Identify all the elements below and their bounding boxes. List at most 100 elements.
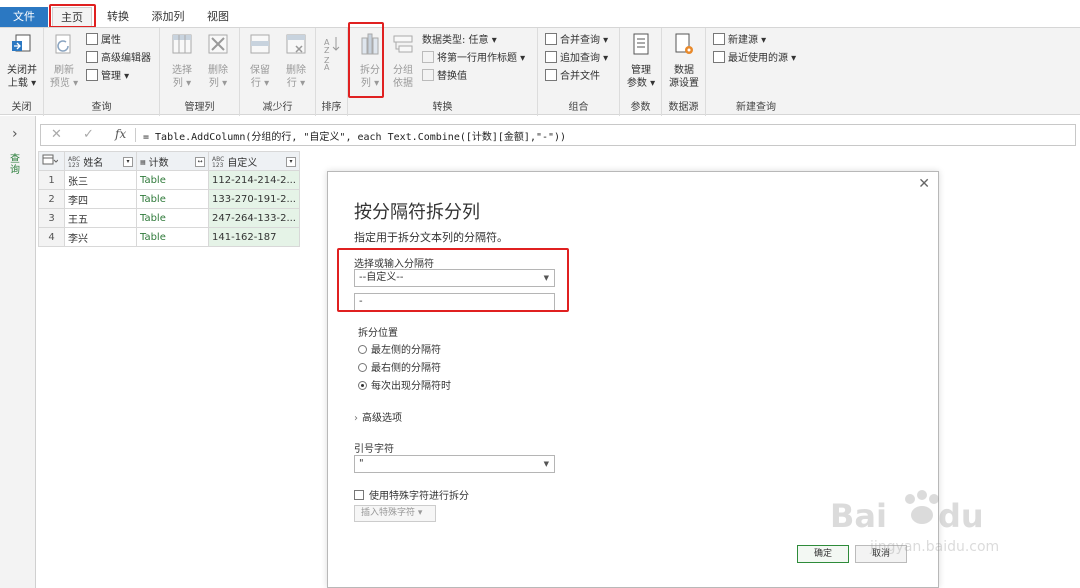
tab-view[interactable]: 视图 bbox=[200, 7, 236, 27]
advanced-editor-label: 高级编辑器 bbox=[101, 53, 151, 64]
refresh-label-1: 刷新 bbox=[54, 65, 74, 76]
first-row-header-icon bbox=[422, 51, 434, 63]
column-header-custom-label: 自定义 bbox=[227, 157, 258, 169]
group-sort: A Z Z A 排序 bbox=[316, 28, 348, 116]
manage-parameters-button[interactable]: 管理 参数 ▾ bbox=[623, 32, 659, 90]
cell-name[interactable]: 李兴 bbox=[64, 227, 137, 247]
merge-queries-button[interactable]: 合并查询 ▾ bbox=[545, 33, 608, 49]
tab-file[interactable]: 文件 bbox=[0, 7, 48, 27]
split-column-icon bbox=[361, 33, 379, 55]
advanced-options-toggle[interactable]: › 高级选项 bbox=[354, 409, 402, 424]
quote-char-label: 引号字符 bbox=[354, 444, 394, 455]
radio-rightmost[interactable]: 最右侧的分隔符 bbox=[358, 359, 441, 374]
recent-sources-icon bbox=[713, 51, 725, 63]
remove-rows-button[interactable]: 删除 行 ▾ bbox=[280, 32, 312, 90]
radio-rightmost-label: 最右侧的分隔符 bbox=[371, 363, 441, 374]
group-manage-columns: 选择 列 ▾ 删除 列 ▾ 管理列 bbox=[160, 28, 240, 116]
confirm-formula-icon[interactable]: ✓ bbox=[83, 127, 94, 142]
data-source-settings-button[interactable]: 数据 源设置 bbox=[666, 32, 702, 90]
append-queries-button[interactable]: 追加查询 ▾ bbox=[545, 51, 608, 67]
dialog-title: 按分隔符拆分列 bbox=[354, 202, 480, 223]
radio-leftmost-label: 最左侧的分隔符 bbox=[371, 345, 441, 356]
close-load-label-1: 关闭并 bbox=[7, 65, 37, 76]
radio-leftmost[interactable]: 最左侧的分隔符 bbox=[358, 341, 441, 356]
recent-sources-button[interactable]: 最近使用的源 ▾ bbox=[713, 51, 796, 67]
group-by-button[interactable]: 分组 依据 bbox=[388, 32, 418, 90]
new-source-button[interactable]: 新建源 ▾ bbox=[713, 33, 766, 49]
group-new-query: 新建源 ▾ 最近使用的源 ▾ 新建查询 bbox=[706, 28, 806, 116]
remove-columns-label-2: 列 ▾ bbox=[208, 78, 228, 89]
cell-name[interactable]: 李四 bbox=[64, 189, 137, 209]
first-row-header-button[interactable]: 将第一行用作标题 ▾ bbox=[422, 51, 525, 67]
refresh-preview-button[interactable]: 刷新 预览 ▾ bbox=[48, 32, 80, 90]
manage-parameters-label-2: 参数 ▾ bbox=[626, 78, 656, 89]
properties-label: 属性 bbox=[101, 35, 121, 46]
cell-custom[interactable]: 141-162-187 bbox=[208, 227, 300, 247]
cell-custom[interactable]: 247-264-133-2... bbox=[208, 208, 300, 228]
insert-special-char-button[interactable]: 插入特殊字符 ▾ bbox=[354, 505, 436, 522]
svg-text:du: du bbox=[938, 497, 984, 535]
split-column-button[interactable]: 拆分 列 ▾ bbox=[352, 32, 388, 90]
column-header-name[interactable]: ABC 123 姓名 ▾ bbox=[64, 151, 137, 171]
cell-custom[interactable]: 133-270-191-2... bbox=[208, 189, 300, 209]
filter-dropdown-icon[interactable]: ▾ bbox=[123, 156, 133, 167]
group-by-label-1: 分组 bbox=[393, 65, 413, 76]
sort-ascending-button[interactable]: A Z Z A bbox=[322, 34, 342, 74]
group-parameters-label: 参数 bbox=[630, 102, 651, 113]
table-menu-icon[interactable] bbox=[38, 151, 65, 171]
formula-bar: ✕ ✓ fx = Table.AddColumn(分组的行, "自定义", ea… bbox=[40, 124, 1076, 146]
remove-columns-button[interactable]: 删除 列 ▾ bbox=[202, 32, 234, 90]
formula-text[interactable]: = Table.AddColumn(分组的行, "自定义", each Text… bbox=[143, 128, 566, 143]
quote-char-select[interactable]: " ▼ bbox=[354, 455, 555, 473]
group-close-label: 关闭 bbox=[11, 102, 32, 113]
expand-chevron-icon[interactable]: › bbox=[12, 126, 18, 142]
group-reduce-rows-label: 减少行 bbox=[262, 102, 293, 113]
radio-each-occurrence[interactable]: 每次出现分隔符时 bbox=[358, 377, 451, 392]
custom-delimiter-input[interactable]: - bbox=[354, 293, 555, 311]
first-row-header-label: 将第一行用作标题 ▾ bbox=[437, 53, 526, 64]
queries-pane-label[interactable]: 查询 bbox=[10, 154, 24, 176]
filter-dropdown-icon[interactable]: ▾ bbox=[285, 156, 296, 167]
delimiter-select[interactable]: --自定义-- ▼ bbox=[354, 269, 555, 287]
cancel-button[interactable]: 取消 bbox=[855, 545, 907, 563]
advanced-editor-button[interactable]: 高级编辑器 bbox=[86, 51, 151, 67]
replace-values-button[interactable]: 替换值 bbox=[422, 69, 467, 85]
manage-button[interactable]: 管理 ▾ bbox=[86, 69, 129, 85]
keep-rows-button[interactable]: 保留 行 ▾ bbox=[244, 32, 276, 90]
close-icon[interactable]: ✕ bbox=[918, 176, 930, 192]
column-header-custom[interactable]: ABC 123 自定义 ▾ bbox=[208, 151, 300, 171]
choose-columns-button[interactable]: 选择 列 ▾ bbox=[166, 32, 198, 90]
ok-button[interactable]: 确定 bbox=[797, 545, 849, 563]
tab-add-column[interactable]: 添加列 bbox=[146, 7, 190, 27]
cell-count[interactable]: Table bbox=[136, 208, 209, 228]
group-query-label: 查询 bbox=[91, 102, 112, 113]
tab-transform[interactable]: 转换 bbox=[100, 7, 136, 27]
combine-files-button[interactable]: 合并文件 bbox=[545, 69, 600, 85]
cell-name[interactable]: 张三 bbox=[64, 170, 137, 190]
cell-count[interactable]: Table bbox=[136, 189, 209, 209]
expand-column-icon[interactable]: ↔ bbox=[195, 156, 205, 167]
advanced-options-label: 高级选项 bbox=[362, 413, 402, 424]
special-chars-checkbox[interactable]: 使用特殊字符进行拆分 bbox=[354, 487, 469, 502]
choose-columns-icon bbox=[172, 34, 192, 54]
choose-columns-label-2: 列 ▾ bbox=[172, 78, 192, 89]
cell-count[interactable]: Table bbox=[136, 170, 209, 190]
cell-name[interactable]: 王五 bbox=[64, 208, 137, 228]
tab-home[interactable]: 主页 bbox=[52, 7, 92, 27]
close-load-button[interactable]: 关闭并 上载 ▾ bbox=[3, 32, 41, 90]
cell-count[interactable]: Table bbox=[136, 227, 209, 247]
radio-each-occurrence-label: 每次出现分隔符时 bbox=[371, 381, 451, 392]
table-row: 2 李四 Table 133-270-191-2... bbox=[38, 189, 300, 209]
refresh-icon bbox=[55, 34, 71, 54]
data-type-label: 数据类型: 任意 ▾ bbox=[422, 35, 497, 46]
column-header-count[interactable]: ▦ 计数 ↔ bbox=[136, 151, 209, 171]
cancel-formula-icon[interactable]: ✕ bbox=[51, 127, 62, 142]
svg-text:A: A bbox=[324, 63, 330, 70]
fx-icon[interactable]: fx bbox=[115, 127, 126, 141]
data-type-dropdown[interactable]: 数据类型: 任意 ▾ bbox=[422, 33, 497, 49]
append-queries-label: 追加查询 ▾ bbox=[560, 53, 609, 64]
cell-custom[interactable]: 112-214-214-2... bbox=[208, 170, 300, 190]
new-source-icon bbox=[713, 33, 725, 45]
properties-button[interactable]: 属性 bbox=[86, 33, 121, 49]
group-sort-label: 排序 bbox=[321, 102, 342, 113]
